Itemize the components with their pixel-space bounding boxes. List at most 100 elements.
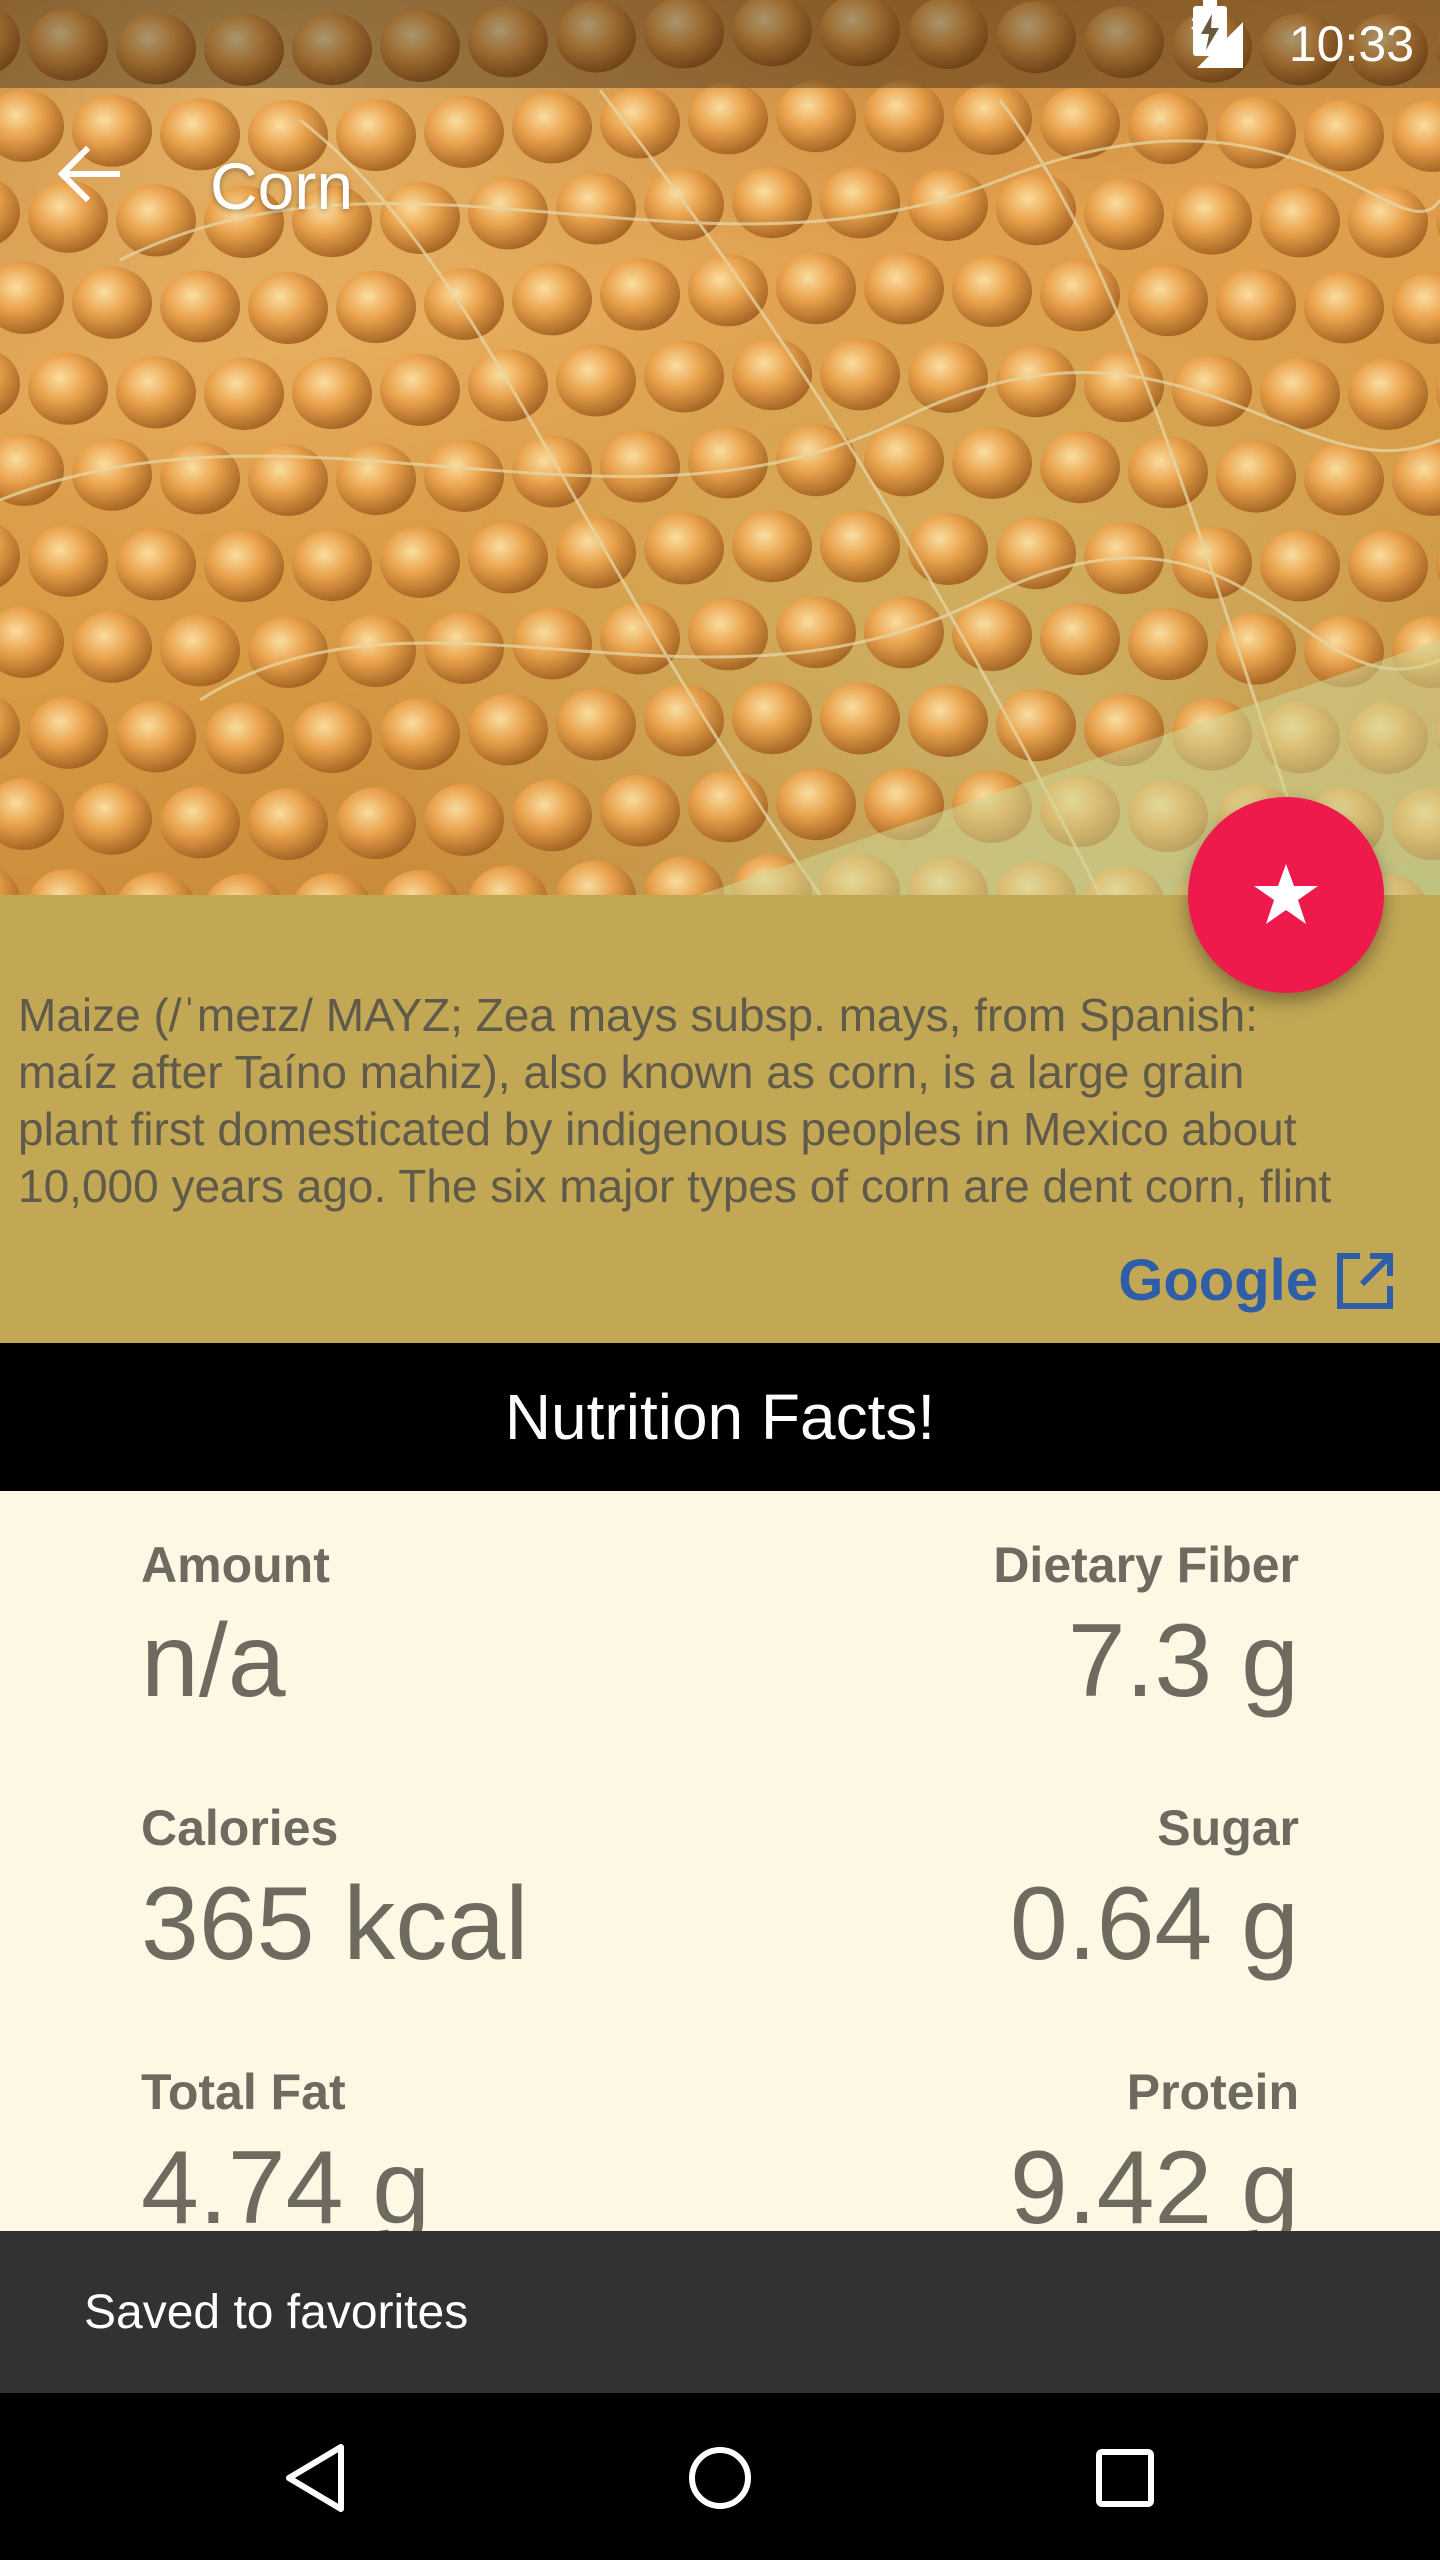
corn-kernel <box>556 516 636 589</box>
corn-kernel <box>908 684 988 757</box>
corn-kernel <box>688 598 768 671</box>
corn-kernel <box>776 596 856 669</box>
corn-kernel <box>118 872 194 895</box>
nutrition-value: 7.3 g <box>1067 1603 1299 1719</box>
corn-kernel <box>72 782 152 855</box>
nutrition-value: 0.64 g <box>1009 1866 1299 1982</box>
corn-kernel <box>29 868 107 895</box>
corn-kernel <box>380 697 460 770</box>
corn-kernel <box>336 615 416 688</box>
corn-kernel <box>160 614 240 687</box>
corn-kernel <box>424 783 504 856</box>
corn-kernel <box>996 517 1076 590</box>
description-text: Maize (/ˈmeɪz/ MAYZ; Zea mays subsp. may… <box>18 987 1418 1215</box>
corn-kernel <box>0 868 20 895</box>
corn-kernel <box>952 426 1032 499</box>
corn-kernel <box>72 610 152 683</box>
corn-kernel <box>204 701 284 774</box>
corn-kernel <box>820 338 900 411</box>
corn-kernel <box>688 426 768 499</box>
description-line: maíz after Taíno mahiz), also known as c… <box>18 1046 1245 1098</box>
corn-kernel <box>644 340 724 413</box>
corn-kernel <box>776 768 856 841</box>
nav-back-icon <box>286 2444 344 2512</box>
google-link-label: Google <box>1118 1248 1318 1313</box>
star-icon <box>1254 864 1318 924</box>
corn-kernel <box>116 528 196 601</box>
favorite-fab[interactable] <box>1188 797 1384 993</box>
corn-kernel <box>28 696 108 769</box>
corn-kernel <box>292 357 372 430</box>
google-link[interactable]: Google <box>1118 1247 1396 1314</box>
corn-kernel <box>292 529 372 602</box>
corn-kernel <box>1128 608 1208 681</box>
back-button[interactable] <box>56 146 136 226</box>
corn-kernel <box>424 439 504 512</box>
corn-kernel <box>556 688 636 761</box>
clock: 10:33 <box>1288 16 1414 72</box>
corn-kernel <box>28 524 108 597</box>
corn-kernel <box>556 344 636 417</box>
nav-home-button[interactable] <box>675 2433 765 2523</box>
corn-kernel <box>1084 350 1164 423</box>
corn-kernel <box>820 510 900 583</box>
corn-kernel <box>207 873 281 895</box>
corn-kernel <box>116 356 196 429</box>
corn-kernel <box>380 353 460 426</box>
page-title: Corn <box>210 149 354 223</box>
nutrition-header: Nutrition Facts! <box>0 1343 1440 1491</box>
corn-kernel <box>512 779 592 852</box>
nutrition-label: Protein <box>1126 2064 1299 2120</box>
open-in-new-icon <box>1337 1252 1393 1309</box>
nav-back-button[interactable] <box>270 2433 360 2523</box>
arrow-back-icon <box>57 146 120 202</box>
corn-kernel <box>600 774 680 847</box>
corn-kernel <box>512 607 592 680</box>
description-line: 10,000 years ago. The six major types of… <box>18 1160 1332 1212</box>
snackbar: Saved to favorites <box>0 2231 1440 2393</box>
corn-kernel <box>644 856 724 895</box>
corn-kernel <box>1172 354 1252 427</box>
corn-kernel <box>468 349 548 422</box>
nutrition-item-amount: Amount n/a <box>141 1535 741 1721</box>
corn-kernel <box>1040 603 1120 676</box>
corn-kernel <box>732 682 812 755</box>
nutrition-label: Dietary Fiber <box>993 1537 1299 1593</box>
corn-kernel <box>160 786 240 859</box>
system-navigation-bar <box>0 2393 1440 2560</box>
nav-recents-button[interactable] <box>1080 2433 1170 2523</box>
nutrition-value: 4.74 g <box>141 2130 431 2231</box>
corn-kernel <box>600 430 680 503</box>
description-line: plant first domesticated by indigenous p… <box>18 1103 1297 1155</box>
corn-kernel <box>1392 443 1440 516</box>
app-bar: Corn <box>0 88 1440 288</box>
corn-kernel <box>1216 440 1296 513</box>
corn-kernel <box>1436 376 1440 408</box>
corn-kernel <box>1436 548 1440 580</box>
corn-kernel <box>1260 529 1340 602</box>
description-line: Maize (/ˈmeɪz/ MAYZ; Zea mays subsp. may… <box>18 989 1258 1041</box>
nutrition-item-total-fat: Total Fat 4.74 g <box>141 2062 741 2231</box>
nutrition-label: Amount <box>141 1537 330 1593</box>
corn-kernel <box>424 611 504 684</box>
nutrition-value: 9.42 g <box>1009 2130 1299 2231</box>
nutrition-item-sugar: Sugar 0.64 g <box>699 1798 1299 1984</box>
corn-kernel <box>116 700 196 773</box>
corn-kernel <box>996 689 1076 762</box>
corn-kernel <box>468 693 548 766</box>
corn-kernel <box>644 512 724 585</box>
corn-kernel <box>336 787 416 860</box>
corn-kernel <box>0 524 20 588</box>
nutrition-value: n/a <box>141 1603 286 1719</box>
corn-kernel <box>204 529 284 602</box>
nutrition-label: Calories <box>141 1800 339 1856</box>
corn-kernel <box>1304 443 1384 516</box>
corn-kernel <box>28 352 108 425</box>
corn-kernel <box>160 442 240 515</box>
corn-kernel <box>1348 529 1428 602</box>
corn-kernel <box>864 596 944 669</box>
corn-kernel <box>381 869 459 895</box>
nav-home-icon <box>689 2447 751 2509</box>
corn-kernel <box>292 701 372 774</box>
corn-kernel <box>644 684 724 757</box>
